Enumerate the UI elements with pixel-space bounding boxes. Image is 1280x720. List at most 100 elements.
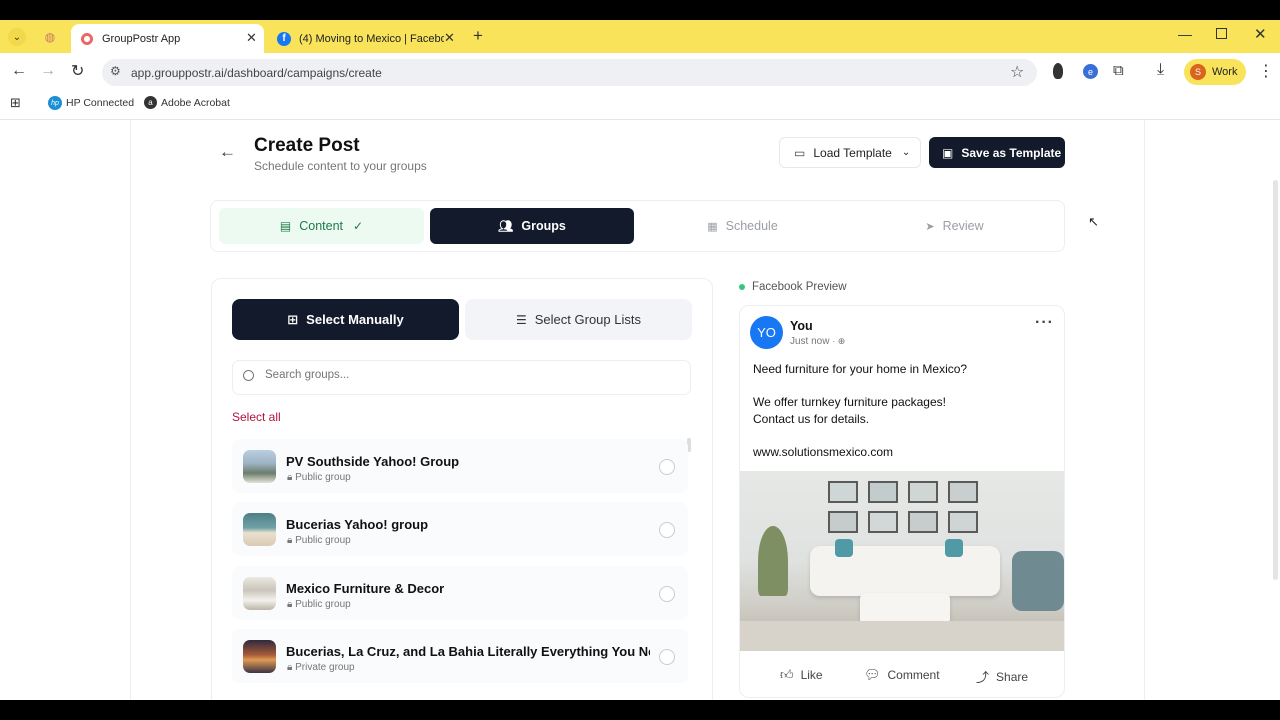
select-manually-label: Select Manually: [306, 312, 404, 327]
share-button[interactable]: ⤴ Share: [976, 667, 1028, 686]
tab-grouppostr[interactable]: GroupPostr App ✕: [71, 24, 264, 53]
page-scrollbar[interactable]: [1273, 180, 1278, 580]
step-review[interactable]: ➤ Review: [852, 208, 1057, 244]
step-schedule-label: Schedule: [725, 219, 778, 233]
thumbs-up-icon: 👍︎: [780, 667, 794, 682]
bookmarks-bar: ⊞ hp HP Connected a Adobe Acrobat: [0, 91, 1280, 116]
share-label: Share: [996, 669, 1029, 684]
close-tab-icon[interactable]: ✕: [246, 30, 257, 46]
grid-icon: ⊞: [287, 311, 299, 327]
profile-button[interactable]: S Work: [1184, 59, 1246, 85]
more-options-icon[interactable]: ···: [1035, 314, 1054, 332]
extension-flame-icon[interactable]: [1053, 63, 1063, 79]
address-bar[interactable]: ⚙ app.grouppostr.ai/dashboard/campaigns/…: [102, 59, 1037, 86]
profile-label: Work: [1212, 66, 1238, 78]
site-info-icon[interactable]: ⚙: [110, 64, 121, 78]
hp-logo-icon: hp: [48, 96, 62, 110]
group-thumbnail: [243, 640, 276, 673]
comment-icon: 💬︎: [864, 667, 881, 682]
save-as-template-button[interactable]: ▣ Save as Template: [929, 137, 1065, 168]
group-name: PV Southside Yahoo! Group: [286, 454, 460, 469]
post-time-label: Just now: [790, 336, 830, 347]
group-type: 🔒︎ Public group: [287, 472, 351, 483]
post-link[interactable]: www.solutionsmexico.com: [753, 444, 967, 461]
group-row[interactable]: Bucerias, La Cruz, and La Bahia Literall…: [232, 629, 688, 683]
browser-toolbar: ← → ↻ ⚙ app.grouppostr.ai/dashboard/camp…: [0, 53, 1280, 91]
author-name: You: [790, 319, 813, 333]
reload-icon[interactable]: ↻: [71, 61, 84, 81]
page-left-border: [130, 120, 131, 700]
bookmark-star-icon[interactable]: ☆: [1010, 62, 1024, 82]
post-body: Need furniture for your home in Mexico? …: [753, 361, 967, 461]
group-row[interactable]: Bucerias Yahoo! group 🔒︎ Public group: [232, 502, 688, 556]
minimize-icon[interactable]: —: [1178, 26, 1192, 42]
group-thumbnail: [243, 450, 276, 483]
step-groups[interactable]: 👥︎ Groups: [430, 208, 634, 244]
page-right-border: [1144, 120, 1145, 700]
cushion: [835, 539, 853, 557]
group-radio[interactable]: [659, 586, 675, 602]
globe-icon: · ⊕: [832, 336, 846, 346]
pinned-tab-icon[interactable]: ◍: [42, 29, 58, 45]
group-radio[interactable]: [659, 459, 675, 475]
group-radio[interactable]: [659, 649, 675, 665]
step-content-label: Content: [299, 219, 344, 233]
tab-facebook[interactable]: f (4) Moving to Mexico | Faceboo ✕: [268, 24, 462, 53]
chevron-down-icon: ⌄: [901, 147, 911, 158]
group-thumbnail: [243, 577, 276, 610]
group-type-label: Public group: [295, 535, 351, 546]
close-window-icon[interactable]: ✕: [1254, 25, 1267, 43]
download-icon[interactable]: ⤓: [1157, 61, 1164, 79]
restore-icon[interactable]: [1216, 28, 1227, 39]
search-input[interactable]: [265, 369, 665, 381]
group-name: Mexico Furniture & Decor: [286, 581, 445, 596]
apps-grid-icon[interactable]: ⊞: [10, 95, 21, 111]
new-tab-icon[interactable]: +: [473, 26, 483, 46]
forward-icon[interactable]: →: [40, 62, 56, 80]
extension-e-icon[interactable]: e: [1083, 64, 1098, 79]
url-text[interactable]: app.grouppostr.ai/dashboard/campaigns/cr…: [131, 66, 382, 80]
facebook-preview-card: YO You Just now · ⊕ ··· Need furniture f…: [739, 305, 1065, 698]
step-schedule[interactable]: ▦ Schedule: [640, 208, 845, 244]
post-time: Just now · ⊕: [790, 336, 845, 347]
profile-avatar: S: [1190, 64, 1206, 80]
bookmark-hp-connected[interactable]: HP Connected: [66, 97, 134, 109]
bookmark-adobe-acrobat[interactable]: Adobe Acrobat: [161, 97, 230, 109]
tab-title: GroupPostr App: [102, 32, 181, 45]
status-dot: [739, 284, 745, 290]
armchair: [1012, 551, 1064, 611]
select-manually-button[interactable]: ⊞ Select Manually: [232, 299, 459, 340]
group-radio[interactable]: [659, 522, 675, 538]
mouse-cursor-icon: ↖: [1088, 214, 1099, 229]
send-icon: ➤: [925, 220, 935, 233]
group-type-label: Public group: [295, 472, 351, 483]
step-content[interactable]: ▤ Content ✓: [219, 208, 424, 244]
select-all-link[interactable]: Select all: [232, 410, 281, 424]
like-button[interactable]: 👍︎ Like: [780, 667, 823, 683]
group-name: Bucerias Yahoo! group: [286, 517, 429, 532]
search-icon: [243, 370, 254, 381]
select-group-lists-button[interactable]: ☰ Select Group Lists: [465, 299, 692, 340]
select-group-lists-label: Select Group Lists: [534, 312, 641, 327]
lock-icon: 🔒︎: [287, 535, 296, 546]
grouppostr-favicon: [80, 31, 94, 46]
search-field[interactable]: [232, 360, 691, 395]
comment-button[interactable]: 💬︎ Comment: [864, 667, 940, 683]
chrome-menu-icon[interactable]: ⋮: [1258, 61, 1274, 81]
group-row[interactable]: PV Southside Yahoo! Group 🔒︎ Public grou…: [232, 439, 688, 493]
group-type-label: Private group: [295, 662, 355, 673]
save-template-label: Save as Template: [961, 145, 1062, 160]
tab-search-icon[interactable]: ⌄: [8, 28, 26, 46]
close-tab-icon[interactable]: ✕: [444, 30, 455, 46]
back-icon[interactable]: ←: [11, 62, 27, 80]
group-thumbnail: [243, 513, 276, 546]
list-icon: ☰: [516, 312, 527, 327]
post-line: Need furniture for your home in Mexico?: [753, 362, 968, 376]
facebook-favicon: f: [277, 31, 291, 46]
load-template-button[interactable]: ▭ Load Template ⌄: [779, 137, 921, 168]
group-row[interactable]: Mexico Furniture & Decor 🔒︎ Public group: [232, 566, 688, 620]
back-arrow-icon[interactable]: ←: [219, 142, 236, 162]
extensions-puzzle-icon[interactable]: ⧉: [1113, 62, 1124, 79]
group-type: 🔒︎ Public group: [287, 599, 351, 610]
page-subtitle: Schedule content to your groups: [254, 159, 427, 173]
